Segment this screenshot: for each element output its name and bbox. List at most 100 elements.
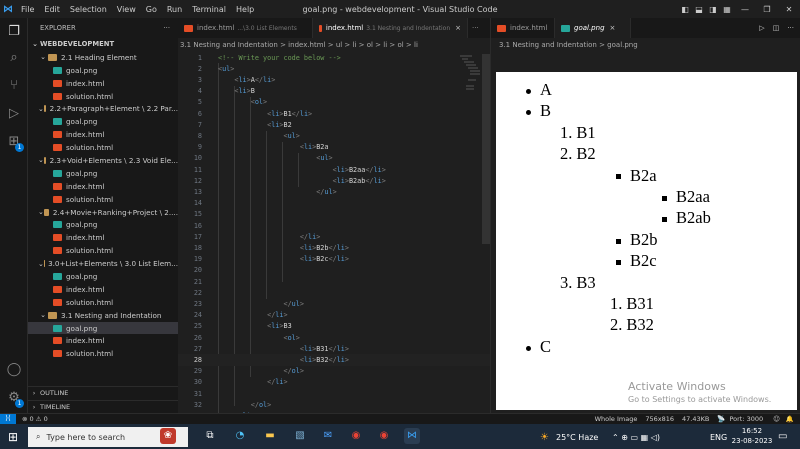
notification-center-icon[interactable]: ▭ bbox=[778, 431, 787, 442]
code-line[interactable]: 28 <li>B32</li> bbox=[178, 354, 490, 366]
code-line[interactable]: 27 <li>B31</li> bbox=[178, 343, 490, 354]
code-line[interactable]: 32 </ol> bbox=[178, 399, 490, 410]
preview-breadcrumb[interactable]: 3.1 Nesting and Indentation > goal.png bbox=[491, 38, 800, 52]
toggle-secondary-sidebar-icon[interactable]: ◨ bbox=[706, 5, 720, 14]
code-line[interactable]: 13 </ul> bbox=[178, 186, 490, 197]
code-line[interactable]: 21 bbox=[178, 276, 490, 287]
task-view-icon[interactable]: ⧉ bbox=[202, 428, 218, 444]
run-icon[interactable]: ▷ bbox=[755, 18, 768, 38]
code-line[interactable]: 19 <li>B2c</li> bbox=[178, 254, 490, 265]
file-row[interactable]: solution.html bbox=[28, 141, 178, 154]
outline-section[interactable]: › OUTLINE bbox=[28, 386, 178, 399]
code-line[interactable]: 18 <li>B2b</li> bbox=[178, 242, 490, 253]
close-window-button[interactable]: ✕ bbox=[778, 5, 800, 14]
file-row[interactable]: index.html bbox=[28, 77, 178, 90]
folder-row[interactable]: ⌄ 2.3+Void+Elements \ 2.3 Void Ele... bbox=[28, 154, 178, 167]
file-row[interactable]: goal.png bbox=[28, 167, 178, 180]
chrome-icon[interactable]: ◉ bbox=[348, 428, 364, 444]
code-line[interactable]: 1 <!-- Write your code below --> bbox=[178, 52, 490, 63]
code-line[interactable]: 15 bbox=[178, 209, 490, 220]
code-line[interactable]: 11 <li>B2aa</li> bbox=[178, 164, 490, 175]
windows-start-icon[interactable]: ⊞ bbox=[8, 430, 18, 444]
menu-help[interactable]: Help bbox=[231, 5, 259, 14]
workspace-root[interactable]: ⌄ WEBDEVELOPMENT bbox=[28, 38, 178, 51]
code-line[interactable]: 10 <ul> bbox=[178, 153, 490, 164]
code-line[interactable]: 3 <li>A</li> bbox=[178, 74, 490, 85]
folder-row[interactable]: ⌄ 3.0+List+Elements \ 3.0 List Elem... bbox=[28, 257, 178, 270]
code-line[interactable]: 26 <ol> bbox=[178, 332, 490, 343]
code-line[interactable]: 2 <ul> bbox=[178, 63, 490, 74]
file-row[interactable]: goal.png bbox=[28, 218, 178, 231]
source-control-icon[interactable]: ⑂ bbox=[6, 78, 22, 94]
file-row[interactable]: goal.png bbox=[28, 115, 178, 128]
code-line[interactable]: 17 </li> bbox=[178, 231, 490, 242]
extensions-icon[interactable]: ⊞ 1 bbox=[6, 134, 24, 152]
account-icon[interactable]: ◯ bbox=[6, 362, 22, 378]
explorer-more-button[interactable]: ··· bbox=[164, 24, 170, 32]
minimap[interactable] bbox=[460, 54, 482, 94]
menu-run[interactable]: Run bbox=[162, 5, 187, 14]
file-row[interactable]: solution.html bbox=[28, 244, 178, 257]
code-line[interactable]: 4 <li>B bbox=[178, 86, 490, 97]
file-row[interactable]: solution.html bbox=[28, 296, 178, 309]
live-server-port[interactable]: Port: 3000 bbox=[729, 415, 763, 423]
code-line[interactable]: 30 </li> bbox=[178, 377, 490, 388]
code-line[interactable]: 9 <li>B2a bbox=[178, 142, 490, 153]
toggle-panel-icon[interactable]: ⬓ bbox=[692, 5, 706, 14]
folder-row[interactable]: ⌄ 2.1 Heading Element bbox=[28, 51, 178, 64]
tab-index-html-3-1[interactable]: index.html 3.1 Nesting and Indentation × bbox=[313, 18, 468, 38]
code-editor[interactable]: 1 <!-- Write your code below --> 2 <ul> 3 <l… bbox=[178, 52, 490, 413]
manage-gear-icon[interactable]: ⚙ 1 bbox=[6, 390, 24, 408]
weather-text[interactable]: 25°C Haze bbox=[556, 433, 598, 442]
code-line[interactable]: 5 <ol> bbox=[178, 97, 490, 108]
menu-selection[interactable]: Selection bbox=[65, 5, 112, 14]
code-line[interactable]: 22 bbox=[178, 287, 490, 298]
menu-file[interactable]: File bbox=[16, 5, 39, 14]
file-row[interactable]: index.html bbox=[28, 334, 178, 347]
code-line[interactable]: 20 bbox=[178, 265, 490, 276]
code-line[interactable]: 14 bbox=[178, 198, 490, 209]
code-line[interactable]: 23 </ul> bbox=[178, 298, 490, 309]
code-line[interactable]: 24 </li> bbox=[178, 310, 490, 321]
folder-row[interactable]: ⌄ 2.2+Paragraph+Element \ 2.2 Par... bbox=[28, 102, 178, 115]
tray-icons[interactable]: ⌃ ⊕ ▭ ▦ ◁) bbox=[612, 433, 660, 442]
edge-browser-icon[interactable]: ◔ bbox=[232, 428, 248, 444]
vertical-scrollbar[interactable] bbox=[482, 54, 490, 244]
minimize-button[interactable]: — bbox=[734, 5, 756, 14]
file-explorer-icon[interactable]: ▬ bbox=[262, 428, 278, 444]
file-row[interactable]: index.html bbox=[28, 283, 178, 296]
file-row[interactable]: index.html bbox=[28, 231, 178, 244]
tab-index-html-3-0[interactable]: index.html ...\3.0 List Elements bbox=[178, 18, 313, 38]
breadcrumb[interactable]: 3.1 Nesting and Indentation > index.html… bbox=[178, 38, 490, 52]
toggle-sidebar-icon[interactable]: ◧ bbox=[678, 5, 692, 14]
code-line[interactable]: 29 </ol> bbox=[178, 366, 490, 377]
code-line[interactable]: 25 <li>B3 bbox=[178, 321, 490, 332]
editor-more-icon[interactable]: ··· bbox=[783, 18, 800, 38]
problems-indicator[interactable]: ⊗ 0 ⚠ 0 bbox=[22, 415, 48, 423]
close-tab-icon[interactable]: × bbox=[610, 24, 616, 32]
code-line[interactable]: 16 bbox=[178, 220, 490, 231]
clock-time[interactable]: 16:52 bbox=[738, 427, 766, 435]
photos-icon[interactable]: ▧ bbox=[292, 428, 308, 444]
file-row[interactable]: index.html bbox=[28, 180, 178, 193]
code-line[interactable]: 31 bbox=[178, 388, 490, 399]
menu-edit[interactable]: Edit bbox=[39, 5, 65, 14]
close-tab-icon[interactable]: × bbox=[455, 24, 461, 32]
notifications-bell-icon[interactable]: 🔔 bbox=[786, 415, 794, 423]
tab-goal-png[interactable]: goal.png × bbox=[555, 18, 631, 38]
remote-indicator-icon[interactable]: ⟩⟨ bbox=[0, 413, 16, 425]
file-row[interactable]: solution.html bbox=[28, 347, 178, 360]
feedback-icon[interactable]: ☺ bbox=[773, 415, 780, 423]
timeline-section[interactable]: › TIMELINE bbox=[28, 400, 178, 413]
language-indicator[interactable]: ENG bbox=[710, 433, 727, 442]
menu-terminal[interactable]: Terminal bbox=[187, 5, 231, 14]
whole-image-label[interactable]: Whole Image bbox=[595, 415, 638, 423]
folder-row[interactable]: ⌄ 3.1 Nesting and Indentation bbox=[28, 309, 178, 322]
split-editor-icon[interactable]: ◫ bbox=[769, 18, 784, 38]
menu-go[interactable]: Go bbox=[141, 5, 162, 14]
tab-index-html[interactable]: index.html bbox=[491, 18, 555, 38]
file-row[interactable]: index.html bbox=[28, 128, 178, 141]
code-line[interactable]: 6 <li>B1</li> bbox=[178, 108, 490, 119]
tabs-more-button[interactable]: ··· bbox=[468, 18, 483, 38]
file-row[interactable]: goal.png bbox=[28, 64, 178, 77]
